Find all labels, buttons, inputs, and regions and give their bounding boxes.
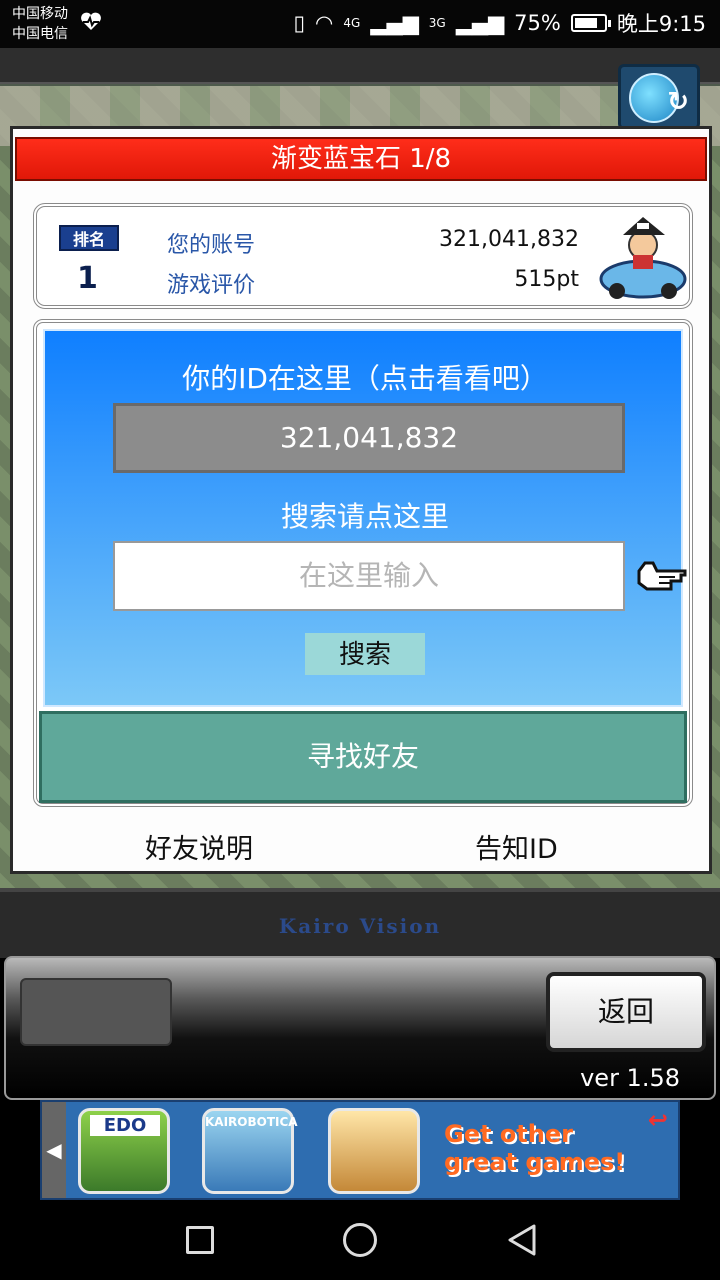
home-icon[interactable]	[343, 1223, 377, 1257]
share-id-link[interactable]: 告知ID	[475, 827, 558, 866]
vibrate-icon: ▯	[293, 11, 306, 35]
ranking-card: 排名 1 您的账号 游戏评价 321,041,832 515pt	[33, 203, 693, 309]
search-title: 搜索请点这里	[280, 500, 449, 533]
rank-badge: 排名	[59, 225, 119, 251]
search-button[interactable]: 搜索	[305, 633, 425, 675]
id-panel: 你的ID在这里（点击看看吧） 321,041,832 搜索请点这里 在这里输入 …	[43, 329, 687, 707]
find-friends-button[interactable]: 寻找好友	[39, 711, 687, 803]
carrier-1: 中国移动	[12, 6, 68, 22]
version-label: ver 1.58	[580, 1064, 680, 1092]
dialog-title: 渐变蓝宝石 1/8	[15, 137, 707, 181]
network-4g-label: 4G	[343, 16, 361, 30]
system-nav-bar	[0, 1200, 720, 1280]
id-title: 你的ID在这里（点击看看吧）	[182, 362, 548, 395]
ad-text-line-1: Get other	[444, 1120, 573, 1148]
signal-icon-2: ▂▄▆	[455, 11, 505, 35]
clock: 晚上9:15	[616, 12, 706, 36]
edo-game-label: EDO	[90, 1115, 160, 1136]
empty-slot	[20, 978, 172, 1046]
heart-monitor-icon	[81, 12, 101, 30]
pointing-hand-icon	[637, 561, 687, 591]
ad-left-arrow-icon[interactable]: ◀	[42, 1102, 66, 1198]
return-arrow-icon: ↩	[647, 1106, 668, 1134]
carrier-info: 中国移动 中国电信	[12, 4, 68, 44]
ad-text-line-2: great games!	[444, 1148, 626, 1176]
account-value: 321,041,832	[439, 227, 579, 252]
game-menu-panel: 返回 ver 1.58	[4, 956, 716, 1100]
kairobotica-game-icon[interactable]: KAIROBOTICA	[202, 1108, 298, 1194]
kairo-vision-logo: Kairo Vision	[278, 914, 442, 938]
edo-game-icon[interactable]: EDO	[78, 1108, 170, 1194]
status-bar: 中国移动 中国电信 ▯ ◠ 4G ▂▄▆ 3G ▂▄▆ 75% 晚上9:15	[0, 0, 720, 48]
cafe-game-icon[interactable]	[328, 1108, 420, 1194]
account-label: 您的账号	[167, 233, 256, 258]
wifi-icon: ◠	[315, 11, 334, 35]
signal-icon: ▂▄▆	[370, 11, 419, 35]
network-3g-label: 3G	[428, 16, 446, 30]
ad-text: Get other great games!	[444, 1120, 674, 1176]
back-triangle-icon[interactable]	[504, 1222, 540, 1258]
search-input[interactable]: 在这里输入	[113, 541, 625, 611]
recent-apps-icon[interactable]	[186, 1226, 214, 1254]
friend-dialog: 渐变蓝宝石 1/8 排名 1 您的账号 游戏评价 321,041,832 515…	[10, 126, 712, 874]
refresh-arrow-icon: ↻	[667, 87, 689, 117]
battery-icon	[570, 14, 611, 32]
carrier-2: 中国电信	[12, 26, 68, 42]
ad-banner[interactable]: ◀ EDO KAIROBOTICA Get other great games!…	[40, 1100, 680, 1200]
my-id-display[interactable]: 321,041,832	[113, 403, 625, 473]
kairobotica-game-label: KAIROBOTICA	[205, 1115, 298, 1129]
friend-help-link[interactable]: 好友说明	[145, 827, 253, 866]
pirate-car-avatar-icon	[599, 217, 687, 299]
battery-percent: 75%	[514, 11, 561, 35]
rating-label: 游戏评价	[167, 273, 256, 298]
rating-value: 515pt	[514, 267, 579, 292]
search-panel: 你的ID在这里（点击看看吧） 321,041,832 搜索请点这里 在这里输入 …	[33, 319, 693, 807]
rank-number: 1	[77, 261, 98, 296]
game-top-bar	[0, 48, 720, 84]
online-globe-button[interactable]: ↻	[618, 64, 700, 130]
bottom-strip: Kairo Vision	[0, 888, 720, 958]
back-button[interactable]: 返回	[546, 972, 706, 1052]
